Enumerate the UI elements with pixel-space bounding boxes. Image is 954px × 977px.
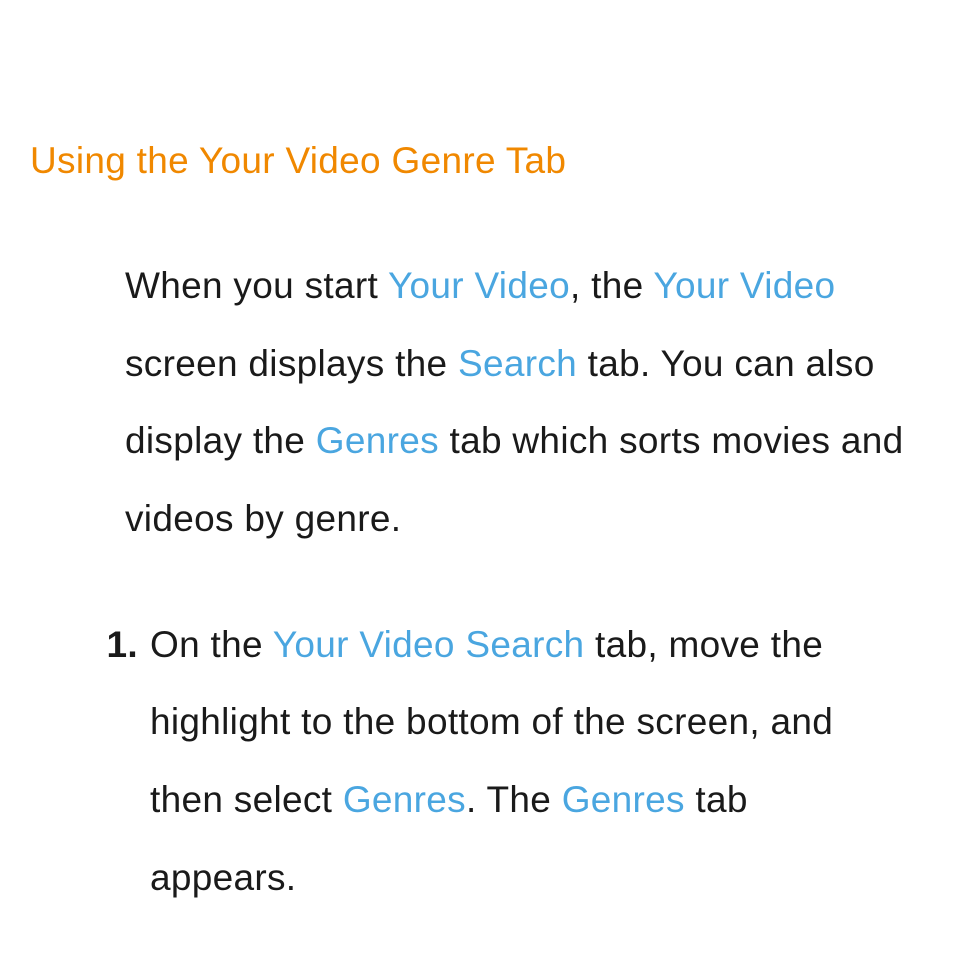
intro-highlight-your-video-2: Your Video [653, 265, 835, 306]
step1-text-3: . The [466, 779, 562, 820]
intro-text-3: screen displays the [125, 343, 458, 384]
step1-text-1: On the [150, 624, 273, 665]
intro-text-2: , the [570, 265, 653, 306]
step1-highlight-genres-2: Genres [562, 779, 685, 820]
step-1-text: On the Your Video Search tab, move the h… [150, 606, 904, 917]
step1-highlight-genres-1: Genres [343, 779, 466, 820]
intro-paragraph: When you start Your Video, the Your Vide… [125, 247, 904, 558]
intro-highlight-your-video-1: Your Video [388, 265, 570, 306]
intro-highlight-genres: Genres [316, 420, 439, 461]
intro-highlight-search: Search [458, 343, 577, 384]
intro-text-1: When you start [125, 265, 388, 306]
step1-highlight-your-video-search: Your Video Search [273, 624, 585, 665]
step-1-row: 1. On the Your Video Search tab, move th… [95, 606, 904, 917]
section-heading: Using the Your Video Genre Tab [30, 140, 924, 182]
step-1-number: 1. [95, 606, 150, 917]
